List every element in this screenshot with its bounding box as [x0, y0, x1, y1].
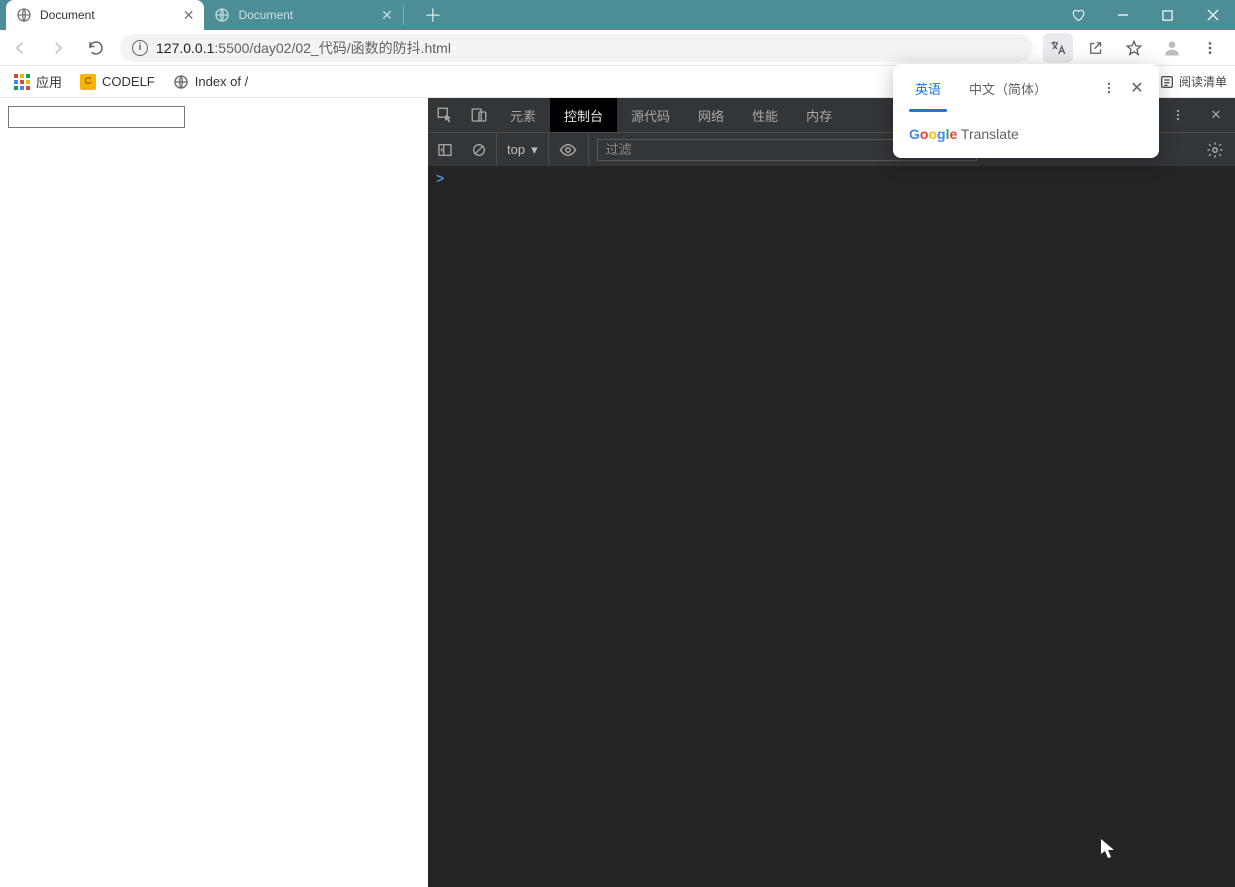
- chevron-down-icon: ▾: [531, 142, 538, 158]
- tab-title: Document: [40, 8, 95, 22]
- page-viewport: [0, 98, 428, 887]
- url-actions: [1043, 33, 1229, 63]
- clear-console-icon[interactable]: [462, 142, 496, 158]
- globe-icon: [16, 7, 32, 23]
- close-icon[interactable]: ✕: [183, 7, 195, 24]
- devtools-tab-network[interactable]: 网络: [684, 98, 738, 132]
- devtools-tab-memory[interactable]: 内存: [792, 98, 846, 132]
- reload-button[interactable]: [82, 34, 110, 62]
- bookmark-label: CODELF: [102, 74, 155, 89]
- bookmark-apps[interactable]: 应用: [8, 68, 68, 95]
- device-toolbar-icon[interactable]: [462, 98, 496, 132]
- close-icon[interactable]: ✕: [381, 7, 393, 24]
- url-bar: i 127.0.0.1:5500/day02/02_代码/函数的防抖.html: [0, 30, 1235, 66]
- window-minimize-button[interactable]: [1100, 0, 1145, 30]
- console-output[interactable]: >: [428, 166, 1235, 887]
- bookmark-label: 应用: [36, 72, 62, 91]
- browser-tab-0[interactable]: Document ✕: [6, 0, 204, 30]
- console-sidebar-toggle-icon[interactable]: [428, 142, 462, 158]
- live-expression-icon[interactable]: [549, 133, 589, 166]
- devtools-menu-icon[interactable]: [1159, 98, 1197, 132]
- execution-context-selector[interactable]: top ▾: [496, 133, 549, 166]
- reading-list-label: 阅读清单: [1179, 73, 1227, 90]
- bookmark-label: Index of /: [195, 74, 248, 89]
- reading-list-button[interactable]: 阅读清单: [1159, 73, 1227, 90]
- translate-label: Translate: [961, 126, 1019, 142]
- google-logo: Google: [909, 126, 957, 142]
- devtools-panel: 元素 控制台 源代码 网络 性能 内存 题 ✕ top ▾: [428, 98, 1235, 887]
- tab-strip: Document ✕ Document ✕ ＋: [0, 0, 452, 30]
- translate-header: 英语 中文（简体） ✕: [893, 64, 1159, 112]
- url-text: 127.0.0.1:5500/day02/02_代码/函数的防抖.html: [156, 38, 451, 58]
- translate-body: Google Translate: [893, 112, 1159, 142]
- console-settings-icon[interactable]: [1195, 141, 1235, 159]
- bookmark-codelf[interactable]: C CODELF: [74, 70, 161, 94]
- window-close-button[interactable]: [1190, 0, 1235, 30]
- back-button[interactable]: [6, 34, 34, 62]
- window-maximize-button[interactable]: [1145, 0, 1190, 30]
- devtools-close-icon[interactable]: ✕: [1197, 98, 1235, 132]
- translate-close-icon[interactable]: ✕: [1123, 74, 1151, 102]
- browser-menu-icon[interactable]: [1195, 33, 1225, 63]
- forward-button[interactable]: [44, 34, 72, 62]
- devtools-tab-elements[interactable]: 元素: [496, 98, 550, 132]
- inspect-element-icon[interactable]: [428, 98, 462, 132]
- translate-tab-chinese[interactable]: 中文（简体）: [955, 64, 1061, 112]
- bookmark-star-icon[interactable]: [1119, 33, 1149, 63]
- share-icon[interactable]: [1081, 33, 1111, 63]
- translate-menu-icon[interactable]: [1095, 74, 1123, 102]
- devtools-tab-performance[interactable]: 性能: [738, 98, 792, 132]
- bookmark-indexof[interactable]: Index of /: [167, 70, 254, 94]
- devtools-tab-sources[interactable]: 源代码: [617, 98, 684, 132]
- context-label: top: [507, 142, 525, 157]
- tab-divider: [403, 5, 404, 25]
- window-heart-icon[interactable]: [1055, 0, 1100, 30]
- translate-icon[interactable]: [1043, 33, 1073, 63]
- globe-icon: [214, 7, 230, 23]
- tab-title: Document: [238, 8, 293, 22]
- globe-icon: [173, 74, 189, 90]
- page-text-input[interactable]: [8, 106, 185, 128]
- window-controls: [1055, 0, 1235, 30]
- devtools-tab-console[interactable]: 控制台: [550, 98, 617, 132]
- translate-tab-english[interactable]: 英语: [901, 64, 955, 112]
- console-prompt-icon: >: [436, 170, 444, 186]
- browser-title-bar: Document ✕ Document ✕ ＋: [0, 0, 1235, 30]
- address-bar[interactable]: i 127.0.0.1:5500/day02/02_代码/函数的防抖.html: [120, 34, 1033, 62]
- translate-popup: 英语 中文（简体） ✕ Google Translate: [893, 64, 1159, 158]
- content-row: 元素 控制台 源代码 网络 性能 内存 题 ✕ top ▾: [0, 98, 1235, 887]
- codelf-icon: C: [80, 74, 96, 90]
- profile-icon[interactable]: [1157, 33, 1187, 63]
- apps-icon: [14, 74, 30, 90]
- browser-tab-1[interactable]: Document ✕: [204, 0, 402, 30]
- new-tab-button[interactable]: ＋: [414, 2, 452, 28]
- site-info-icon[interactable]: i: [132, 40, 148, 56]
